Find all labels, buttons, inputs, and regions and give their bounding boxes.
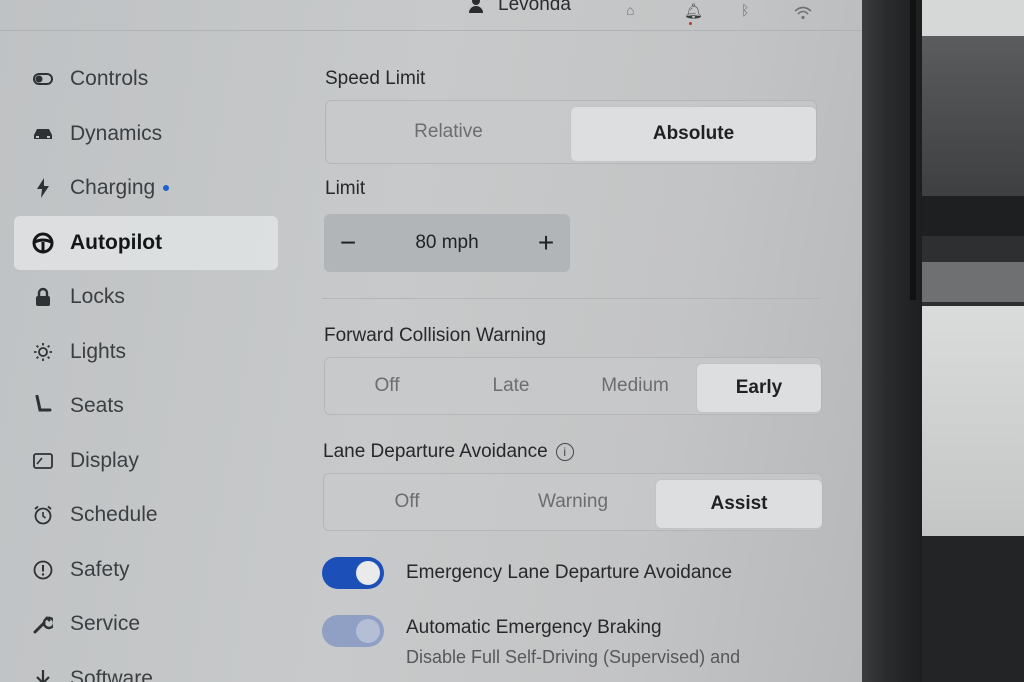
emergency-lane-label: Emergency Lane Departure Avoidance: [406, 562, 733, 583]
aeb-toggle[interactable]: [322, 615, 384, 647]
lda-option-assist[interactable]: Assist: [656, 480, 822, 528]
limit-value: 80 mph: [415, 232, 479, 253]
sidebar-item-label: Autopilot: [70, 230, 163, 254]
aeb-row: Automatic Emergency Braking Disable Full…: [322, 615, 822, 668]
fcw-option-off[interactable]: Off: [325, 358, 449, 414]
forward-collision-selector: Off Late Medium Early: [324, 357, 822, 415]
touchscreen: Levonda ⌂ 🔔︎ ᛒ Controls Dynamics Chargin…: [0, 0, 862, 682]
sidebar-item-label: Display: [70, 448, 139, 472]
wifi-icon[interactable]: [794, 6, 812, 20]
sidebar-item-label: Software: [70, 666, 153, 682]
fcw-option-late[interactable]: Late: [449, 358, 573, 414]
car-interior-background: [922, 0, 1024, 682]
sidebar-item-autopilot[interactable]: Autopilot: [14, 215, 278, 270]
sidebar-item-schedule[interactable]: Schedule: [14, 488, 278, 543]
sidebar-item-seats[interactable]: Seats: [14, 379, 278, 434]
sidebar-item-label: Controls: [70, 67, 149, 91]
sidebar-item-service[interactable]: Service: [14, 597, 278, 652]
display-icon: [32, 452, 54, 469]
sidebar-item-label: Seats: [70, 394, 124, 418]
increment-button[interactable]: +: [536, 229, 556, 257]
emergency-lane-toggle[interactable]: [322, 557, 384, 589]
screen-bezel: [862, 0, 922, 682]
forward-collision-label: Forward Collision Warning: [324, 325, 547, 346]
download-icon: [32, 669, 54, 682]
lane-departure-label-text: Lane Departure Avoidance: [323, 441, 548, 462]
sidebar-item-label: Charging: [70, 176, 156, 200]
sidebar-item-locks[interactable]: Locks: [14, 270, 278, 325]
lock-icon: [32, 287, 54, 307]
sidebar-item-dynamics[interactable]: Dynamics: [14, 107, 278, 162]
alert-circle-icon: [32, 560, 54, 580]
charging-badge: [163, 185, 170, 192]
aeb-label: Automatic Emergency Braking: [406, 617, 662, 638]
lightning-icon: [32, 178, 54, 199]
sidebar-item-safety[interactable]: Safety: [14, 543, 278, 598]
info-icon[interactable]: i: [555, 442, 574, 461]
car-icon: [32, 127, 54, 141]
status-divider: [0, 30, 862, 31]
user-name: Levonda: [498, 0, 571, 15]
user-icon: [468, 0, 484, 13]
user-profile[interactable]: Levonda: [468, 0, 571, 16]
lda-option-off[interactable]: Off: [324, 474, 490, 530]
autopilot-settings: Speed Limit Relative Absolute Limit − 80…: [322, 68, 823, 668]
section-divider: [322, 298, 820, 299]
sidebar-item-label: Locks: [70, 285, 125, 309]
speed-limit-label: Speed Limit: [325, 68, 426, 89]
sun-icon: [32, 342, 54, 362]
sidebar-item-label: Lights: [70, 339, 127, 363]
speed-limit-option-relative[interactable]: Relative: [326, 101, 571, 163]
speed-limit-option-absolute[interactable]: Absolute: [571, 107, 816, 161]
toggle-icon: [32, 73, 54, 86]
bluetooth-icon[interactable]: ᛒ: [741, 2, 749, 18]
steering-wheel-icon: [32, 232, 54, 254]
emergency-lane-row: Emergency Lane Departure Avoidance: [322, 557, 822, 589]
status-bar: Levonda ⌂ 🔔︎ ᛒ: [0, 0, 862, 30]
decrement-button[interactable]: −: [338, 229, 358, 257]
sidebar-item-controls[interactable]: Controls: [14, 52, 278, 107]
sidebar-item-software[interactable]: Software: [14, 652, 278, 682]
settings-sidebar: Controls Dynamics Charging Autopilot Loc…: [14, 52, 278, 682]
speed-limit-selector: Relative Absolute: [325, 100, 817, 164]
sidebar-item-label: Dynamics: [70, 121, 163, 145]
limit-label: Limit: [325, 178, 366, 199]
sidebar-item-label: Schedule: [70, 503, 158, 527]
fcw-option-medium[interactable]: Medium: [573, 358, 697, 414]
home-icon[interactable]: ⌂: [626, 2, 634, 18]
toggle-knob: [356, 619, 380, 643]
notification-dot: [689, 22, 692, 25]
lane-departure-label: Lane Departure Avoidance i: [323, 441, 822, 463]
speed-limit-stepper: − 80 mph +: [324, 214, 570, 272]
lda-option-warning[interactable]: Warning: [490, 474, 656, 530]
fcw-option-early[interactable]: Early: [697, 364, 821, 412]
sidebar-item-label: Safety: [70, 557, 130, 581]
alarm-clock-icon: [32, 505, 54, 525]
sidebar-item-label: Service: [70, 612, 141, 636]
seat-icon: [32, 395, 54, 417]
sidebar-item-lights[interactable]: Lights: [14, 325, 278, 380]
bell-icon[interactable]: 🔔︎: [684, 2, 703, 20]
toggle-knob: [356, 561, 380, 585]
aeb-sublabel: Disable Full Self-Driving (Supervised) a…: [406, 647, 741, 667]
sidebar-item-display[interactable]: Display: [14, 434, 278, 489]
wrench-icon: [32, 614, 54, 634]
sidebar-item-charging[interactable]: Charging: [14, 161, 278, 216]
lane-departure-selector: Off Warning Assist: [323, 473, 823, 531]
